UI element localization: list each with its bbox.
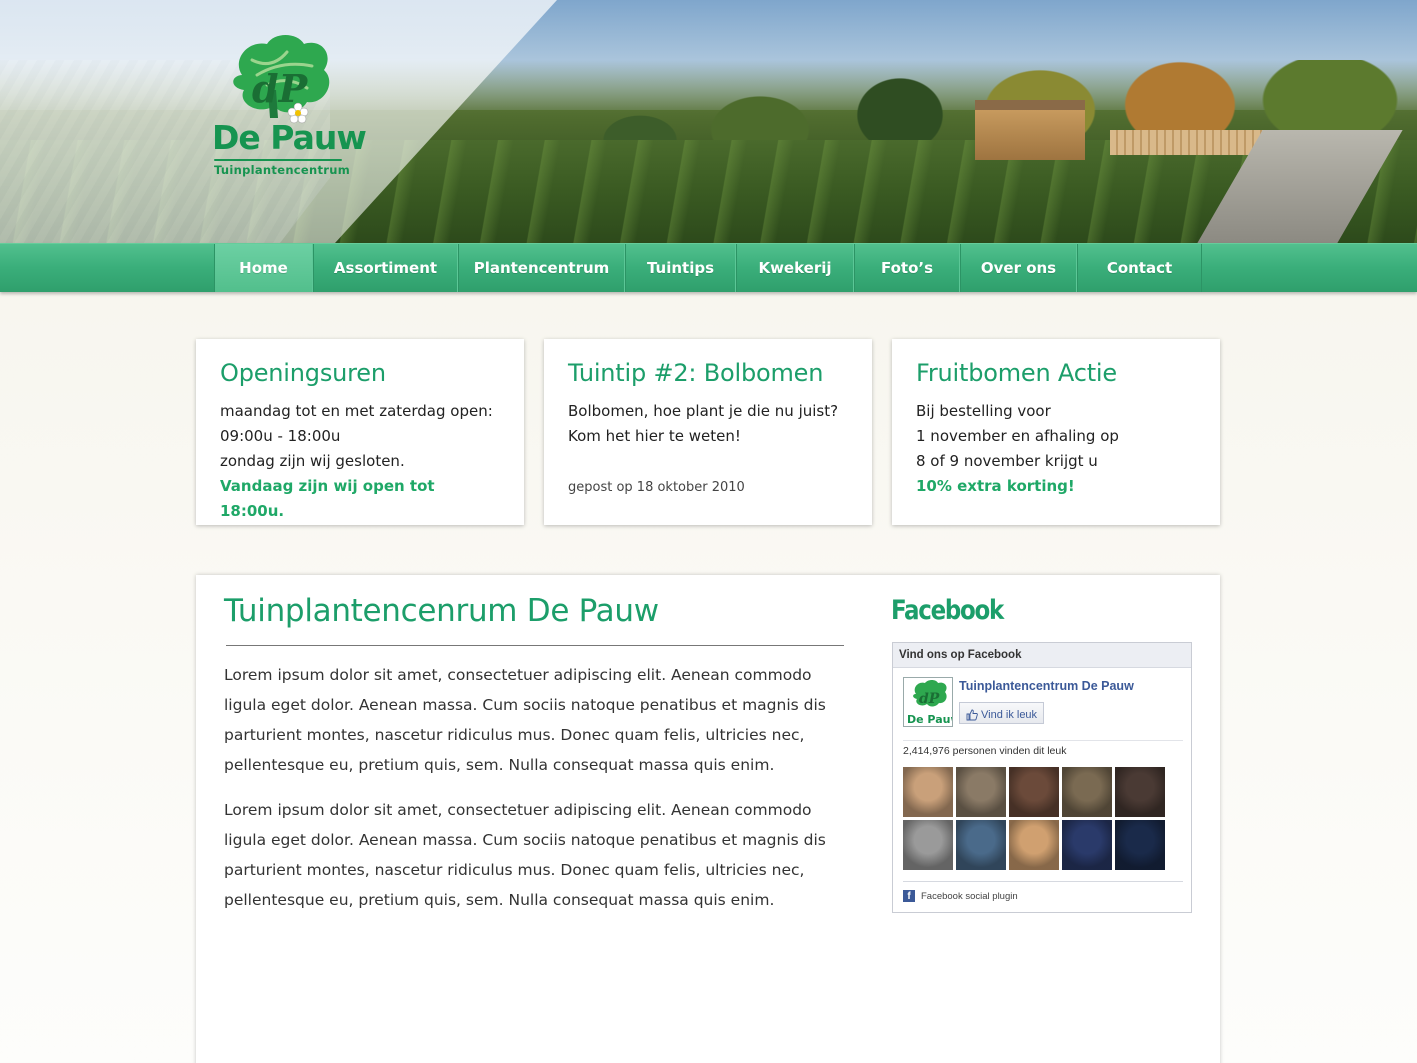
svg-text:De Pauw: De Pauw <box>907 713 953 726</box>
facebook-fan-avatar[interactable] <box>956 767 1006 817</box>
facebook-heading: Facebook <box>891 595 1004 626</box>
facebook-fan-avatar[interactable] <box>1115 767 1165 817</box>
facebook-footer-text[interactable]: Facebook social plugin <box>921 891 1018 902</box>
facebook-fan-faces <box>903 767 1168 870</box>
fruit-trees-promo-card: Fruitbomen Actie Bij bestelling voor 1 n… <box>892 339 1220 525</box>
facebook-fan-avatar[interactable] <box>1009 767 1059 817</box>
facebook-fan-avatar[interactable] <box>903 820 953 870</box>
opening-hours-sunday: zondag zijn wij gesloten. <box>220 452 405 470</box>
promo-discount: 10% extra korting! <box>916 477 1075 495</box>
promo-line3: 8 of 9 november krijgt u <box>916 452 1098 470</box>
promo-line1: Bij bestelling voor <box>916 402 1051 420</box>
facebook-like-box: Vind ons op Facebook dP De Pauw Tuinplan… <box>892 642 1192 913</box>
opening-hours-card: Openingsuren maandag tot en met zaterdag… <box>196 339 524 525</box>
garden-tip-line1: Bolbomen, hoe plant je die nu juist? <box>568 402 839 420</box>
opening-hours-title[interactable]: Openingsuren <box>220 359 500 387</box>
main-content-panel: Tuinplantencenrum De Pauw Lorem ipsum do… <box>196 575 1220 1063</box>
nav-item-home[interactable]: Home <box>214 244 313 292</box>
opening-hours-today: Vandaag zijn wij open tot 18:00u. <box>220 477 435 520</box>
facebook-f-icon: f <box>903 890 915 902</box>
garden-tip-title[interactable]: Tuintip #2: Bolbomen <box>568 359 848 387</box>
facebook-fan-avatar[interactable] <box>1009 820 1059 870</box>
brand-name[interactable]: De Pauw <box>212 118 367 157</box>
main-body-text: Lorem ipsum dolor sit amet, consectetuer… <box>224 660 844 930</box>
facebook-box-header: Vind ons op Facebook <box>893 643 1191 668</box>
facebook-page-name[interactable]: Tuinplantencentrum De Pauw <box>959 679 1134 693</box>
facebook-footer: f Facebook social plugin <box>903 881 1183 905</box>
nav-item-over-ons[interactable]: Over ons <box>960 244 1077 292</box>
opening-hours-times: 09:00u - 18:00u <box>220 427 341 445</box>
main-navigation: Home Assortiment Plantencentrum Tuintips… <box>0 243 1417 292</box>
garden-tip-date: gepost op 18 oktober 2010 <box>568 480 745 495</box>
facebook-page-avatar[interactable]: dP De Pauw <box>903 677 953 727</box>
nav-item-assortiment[interactable]: Assortiment <box>313 244 458 292</box>
facebook-like-count: 2,414,976 personen vinden dit leuk <box>903 745 1067 757</box>
nav-item-tuintips[interactable]: Tuintips <box>625 244 736 292</box>
nav-item-contact[interactable]: Contact <box>1077 244 1202 292</box>
facebook-fan-avatar[interactable] <box>1115 820 1165 870</box>
header-garden-shed <box>975 100 1085 160</box>
body-paragraph-1: Lorem ipsum dolor sit amet, consectetuer… <box>224 666 826 774</box>
title-divider <box>226 645 844 646</box>
nav-item-kwekerij[interactable]: Kwekerij <box>736 244 854 292</box>
facebook-fan-avatar[interactable] <box>956 820 1006 870</box>
brand-underline <box>214 159 342 161</box>
thumbs-up-icon <box>966 709 978 720</box>
promo-line2: 1 november en afhaling op <box>916 427 1119 445</box>
brand-subtitle: Tuinplantencentrum <box>214 163 351 177</box>
nav-item-plantencentrum[interactable]: Plantencentrum <box>458 244 625 292</box>
facebook-like-button[interactable]: Vind ik leuk <box>959 702 1045 724</box>
site-header: dP De Pauw Tuinplantencentrum <box>0 0 1417 243</box>
body-paragraph-2: Lorem ipsum dolor sit amet, consectetuer… <box>224 801 826 909</box>
svg-text:dP: dP <box>919 691 940 707</box>
facebook-fan-avatar[interactable] <box>903 767 953 817</box>
promo-title[interactable]: Fruitbomen Actie <box>916 359 1196 387</box>
facebook-fan-avatar[interactable] <box>1062 820 1112 870</box>
opening-hours-weekdays: maandag tot en met zaterdag open: <box>220 402 493 420</box>
garden-tip-card: Tuintip #2: Bolbomen Bolbomen, hoe plant… <box>544 339 872 525</box>
nav-list: Home Assortiment Plantencentrum Tuintips… <box>214 244 1202 292</box>
facebook-like-label: Vind ik leuk <box>981 708 1038 721</box>
header-fence <box>1110 130 1270 155</box>
tree-flower-logo-icon[interactable]: dP <box>212 30 347 180</box>
tree-flower-logo-icon: dP De Pauw <box>907 680 953 726</box>
facebook-fan-avatar[interactable] <box>1062 767 1112 817</box>
nav-item-fotos[interactable]: Foto’s <box>854 244 960 292</box>
garden-tip-line2: Kom het hier te weten! <box>568 427 741 445</box>
page-title: Tuinplantencenrum De Pauw <box>224 593 659 629</box>
facebook-page-info: dP De Pauw Tuinplantencentrum De Pauw Vi… <box>903 677 1183 741</box>
